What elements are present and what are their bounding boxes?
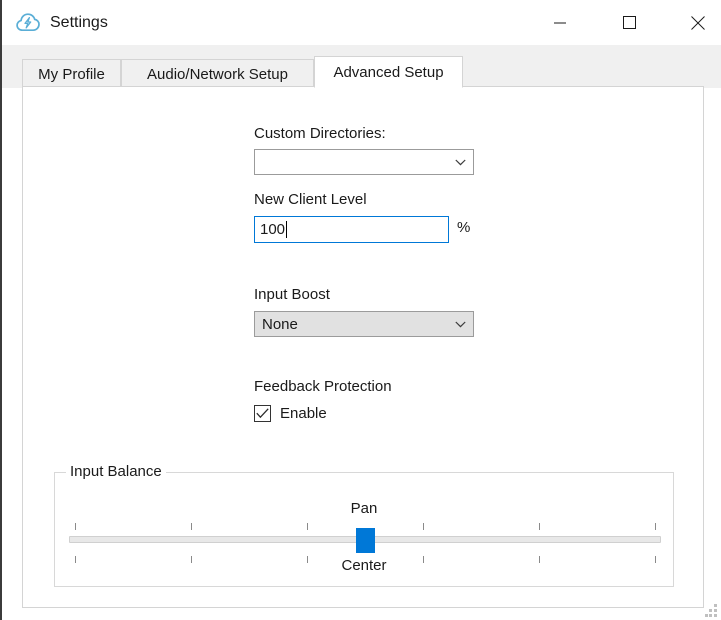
custom-directories-label: Custom Directories: [254, 125, 386, 142]
title-bar-identity: Settings [15, 8, 108, 38]
chevron-down-icon [447, 321, 473, 328]
percent-unit-label: % [457, 219, 471, 236]
input-balance-legend: Input Balance [66, 463, 166, 480]
checkmark-icon [256, 408, 269, 419]
tab-strip: My Profile Audio/Network Setup Advanced … [2, 45, 721, 88]
slider-thumb[interactable] [356, 528, 375, 553]
tab-label: Advanced Setup [333, 63, 444, 81]
grip-dot [714, 609, 717, 612]
text-caret [286, 221, 288, 238]
slider-tick [191, 523, 192, 530]
resize-grip[interactable] [705, 604, 718, 617]
grip-dot [709, 609, 712, 612]
close-button[interactable] [675, 0, 721, 45]
slider-top-label: Pan [350, 500, 378, 517]
custom-directories-dropdown[interactable] [254, 149, 474, 175]
maximize-button[interactable] [606, 0, 652, 45]
title-bar: Settings [2, 0, 721, 45]
feedback-protection-label: Feedback Protection [254, 378, 392, 395]
input-boost-dropdown[interactable]: None [254, 311, 474, 337]
new-client-level-value: 100 [260, 221, 286, 238]
grip-dot [705, 614, 708, 617]
input-boost-value: None [262, 315, 298, 333]
checkbox-box [254, 405, 271, 422]
maximize-icon [622, 16, 636, 29]
feedback-protection-enable-checkbox[interactable]: Enable [254, 405, 327, 422]
grip-dot [714, 614, 717, 617]
slider-tick [655, 523, 656, 530]
window-title: Settings [50, 14, 108, 31]
close-icon [691, 15, 705, 30]
input-boost-label: Input Boost [254, 286, 330, 303]
tab-label: My Profile [38, 65, 105, 83]
tab-advanced-setup[interactable]: Advanced Setup [314, 56, 463, 88]
tab-audio-network-setup[interactable]: Audio/Network Setup [121, 59, 314, 88]
grip-dot [714, 604, 717, 607]
minimize-button[interactable] [537, 0, 583, 45]
tab-label: Audio/Network Setup [147, 65, 288, 83]
slider-tick [539, 523, 540, 530]
slider-tick [75, 523, 76, 530]
new-client-level-input[interactable]: 100 [254, 216, 449, 243]
input-balance-groupbox: Input Balance Pan Center [54, 463, 674, 587]
slider-bottom-label: Center [341, 557, 387, 574]
checkbox-label: Enable [280, 405, 327, 422]
tab-my-profile[interactable]: My Profile [22, 59, 121, 88]
settings-window: Settings My Profile Audio/Network Setup [0, 0, 721, 620]
minimize-icon [554, 22, 566, 23]
cloud-lightning-icon [15, 10, 41, 36]
grip-dot [709, 614, 712, 617]
new-client-level-label: New Client Level [254, 191, 367, 208]
advanced-setup-panel: Custom Directories: New Client Level 100… [22, 86, 704, 608]
slider-tick [423, 523, 424, 530]
slider-tick [307, 523, 308, 530]
chevron-down-icon [447, 159, 473, 166]
